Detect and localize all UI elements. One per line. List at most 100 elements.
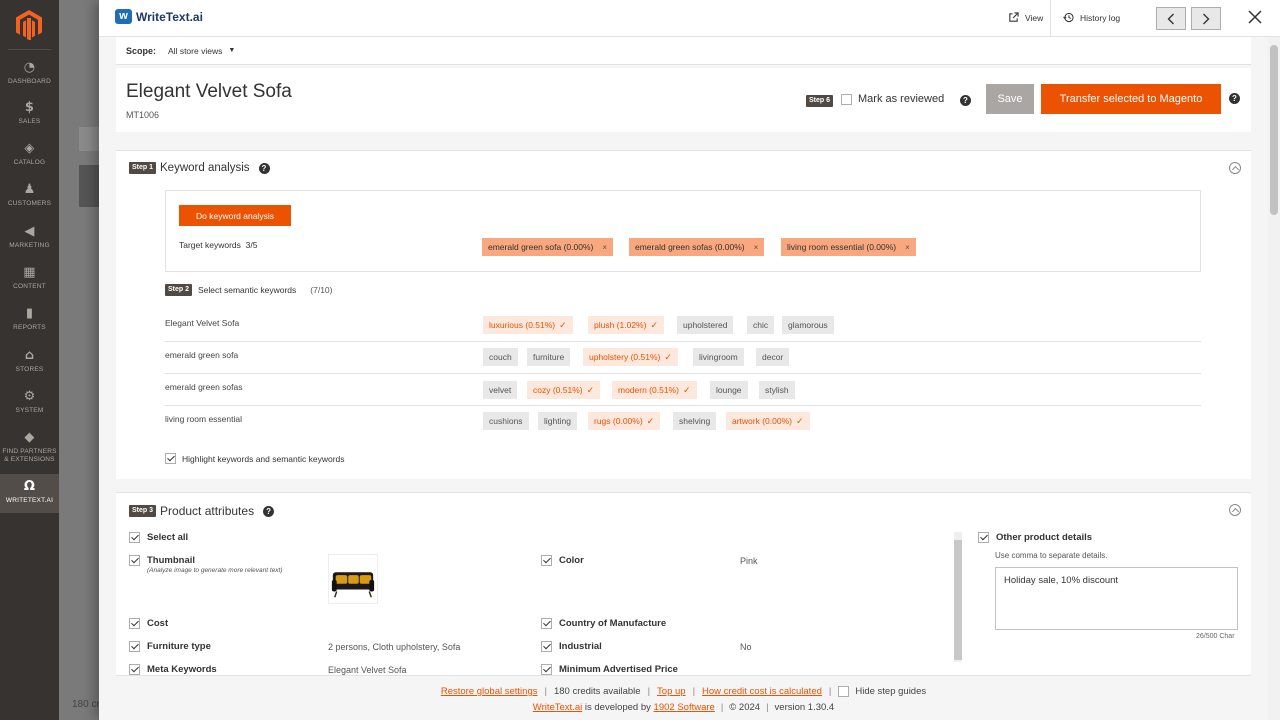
check-icon: ✓ (650, 320, 658, 330)
semantic-chip[interactable]: livingroom (693, 348, 744, 366)
checkbox[interactable] (129, 641, 140, 652)
remove-icon[interactable]: × (602, 243, 607, 252)
target-keyword-chip[interactable]: living room essential (0.00%) × (781, 238, 916, 256)
semantic-chip[interactable]: upholstery (0.51%) ✓ (583, 348, 678, 366)
writetext-link[interactable]: WriteText.ai (533, 702, 582, 713)
view-link[interactable]: View (1008, 12, 1043, 23)
keyword-box: Do keyword analysis Target keywords 3/5 … (165, 190, 1201, 272)
hide-step-guides-checkbox[interactable]: Hide step guides (838, 686, 926, 697)
collapse-icon[interactable] (1229, 504, 1241, 516)
sidebar-item-stores[interactable]: ⌂ STORES (0, 349, 59, 374)
semantic-chip[interactable]: shelving (673, 412, 717, 430)
section-header: Step 3 Product attributes ? (129, 504, 275, 518)
modal-header: w WriteText.ai View History log (99, 0, 1280, 37)
checkbox[interactable] (841, 93, 852, 105)
checkbox[interactable] (541, 641, 552, 652)
semantic-chip[interactable]: stylish (759, 381, 795, 399)
target-keyword-chip[interactable]: emerald green sofa (0.00%) × (482, 238, 614, 256)
top-up-link[interactable]: Top up (657, 686, 686, 697)
checkbox[interactable] (541, 618, 552, 629)
help-icon[interactable]: ? (263, 505, 275, 517)
sidebar-item-customers[interactable]: ♟ CUSTOMERS (0, 183, 59, 208)
box-icon: ◆ (24, 430, 35, 445)
collapse-icon[interactable] (1229, 162, 1241, 174)
help-icon[interactable]: ? (1229, 93, 1240, 104)
attribute-country[interactable]: Country of Manufacture (541, 618, 666, 629)
attribute-furniture-type[interactable]: Furniture type (129, 641, 211, 652)
semantic-chip[interactable]: velvet (483, 381, 518, 399)
next-product-button[interactable] (1191, 7, 1221, 30)
scope-select[interactable]: All store views ▼ (168, 46, 235, 56)
semantic-chip[interactable]: modern (0.51%) ✓ (612, 381, 697, 399)
checkbox[interactable] (838, 686, 850, 697)
attribute-color[interactable]: Color (541, 555, 584, 566)
writetext-logo-icon: w (115, 9, 132, 24)
other-product-details-checkbox[interactable]: Other product details (978, 532, 1092, 543)
company-link[interactable]: 1902 Software (654, 702, 715, 713)
other-details-textarea[interactable]: Holiday sale, 10% discount (995, 567, 1238, 630)
attribute-meta-keywords[interactable]: Meta Keywords (129, 664, 217, 675)
sidebar-item-system[interactable]: ⚙ SYSTEM (0, 390, 59, 415)
sidebar-item-writetext[interactable]: ω WRITETEXT.AI (0, 474, 59, 513)
sidebar-item-dashboard[interactable]: ◔ DASHBOARD (0, 61, 59, 86)
semantic-chip[interactable]: upholstered (677, 316, 734, 334)
attribute-cost[interactable]: Cost (129, 618, 168, 629)
mark-reviewed-checkbox[interactable]: Mark as reviewed (841, 93, 944, 105)
checkbox[interactable] (541, 664, 552, 675)
do-keyword-analysis-button[interactable]: Do keyword analysis (179, 205, 291, 226)
semantic-chip[interactable]: lounge (710, 381, 748, 399)
semantic-chip[interactable]: decor (756, 348, 790, 366)
semantic-chip[interactable]: artwork (0.00%) ✓ (726, 412, 810, 430)
attributes-scrollbar[interactable] (954, 532, 962, 662)
sidebar-item-find-partners[interactable]: ◆ FIND PARTNERS & EXTENSIONS (0, 431, 59, 464)
attribute-industrial[interactable]: Industrial (541, 641, 602, 652)
chevron-right-icon (1203, 13, 1210, 24)
sidebar-item-reports[interactable]: ▮ REPORTS (0, 307, 59, 332)
help-icon[interactable]: ? (960, 95, 971, 106)
sidebar-item-marketing[interactable]: ◀ MARKETING (0, 225, 59, 250)
help-icon[interactable]: ? (258, 162, 270, 174)
remove-icon[interactable]: × (905, 243, 910, 252)
semantic-chip[interactable]: lighting (538, 412, 577, 430)
select-all-checkbox[interactable]: Select all (129, 532, 188, 543)
semantic-chip[interactable]: cozy (0.51%) ✓ (527, 381, 601, 399)
close-icon[interactable] (1247, 9, 1263, 25)
semantic-chip[interactable]: glamorous (782, 316, 834, 334)
checkbox[interactable] (978, 532, 989, 543)
cube-icon: ◈ (24, 141, 35, 156)
previous-product-button[interactable] (1156, 7, 1186, 30)
checkbox[interactable] (165, 453, 176, 464)
checkbox[interactable] (129, 532, 140, 543)
magento-logo-icon[interactable] (16, 10, 42, 40)
semantic-chip[interactable]: furniture (527, 348, 571, 366)
checkbox[interactable] (541, 555, 552, 566)
dollar-icon: $ (24, 100, 35, 115)
sidebar-item-sales[interactable]: $ SALES (0, 101, 59, 126)
remove-icon[interactable]: × (754, 243, 759, 252)
attribute-thumbnail[interactable]: Thumbnail (Analyze image to generate mor… (129, 555, 282, 574)
semantic-chip[interactable]: plush (1.02%) ✓ (588, 316, 664, 334)
modal-scrollbar[interactable] (1268, 37, 1280, 720)
semantic-chip[interactable]: luxurious (0.51%) ✓ (483, 316, 573, 334)
checkbox[interactable] (129, 618, 140, 629)
target-keyword-chip[interactable]: emerald green sofas (0.00%) × (629, 238, 765, 256)
attribute-min-advertised-price[interactable]: Minimum Advertised Price (541, 664, 678, 675)
transfer-to-magento-button[interactable]: Transfer selected to Magento (1041, 84, 1221, 114)
restore-global-settings-link[interactable]: Restore global settings (441, 686, 538, 697)
sidebar-item-catalog[interactable]: ◈ CATALOG (0, 142, 59, 167)
megaphone-icon: ◀ (24, 224, 35, 239)
sidebar-item-content[interactable]: ▦ CONTENT (0, 266, 59, 291)
highlight-keywords-checkbox[interactable]: Highlight keywords and semantic keywords (165, 453, 345, 464)
checkbox[interactable] (129, 664, 140, 675)
history-log-link[interactable]: History log (1063, 12, 1120, 23)
semantic-chip[interactable]: cushions (483, 412, 529, 430)
credit-cost-link[interactable]: How credit cost is calculated (702, 686, 822, 697)
save-button[interactable]: Save (986, 84, 1034, 114)
semantic-row: Elegant Velvet Sofa luxurious (0.51%) ✓ p… (165, 310, 1201, 342)
check-icon: ✓ (586, 385, 595, 395)
checkbox[interactable] (129, 555, 140, 566)
char-counter: 26/500 Char (1196, 633, 1235, 640)
semantic-chip[interactable]: chic (747, 316, 775, 334)
semantic-chip[interactable]: rugs (0.00%) ✓ (588, 412, 661, 430)
semantic-chip[interactable]: couch (483, 348, 518, 366)
